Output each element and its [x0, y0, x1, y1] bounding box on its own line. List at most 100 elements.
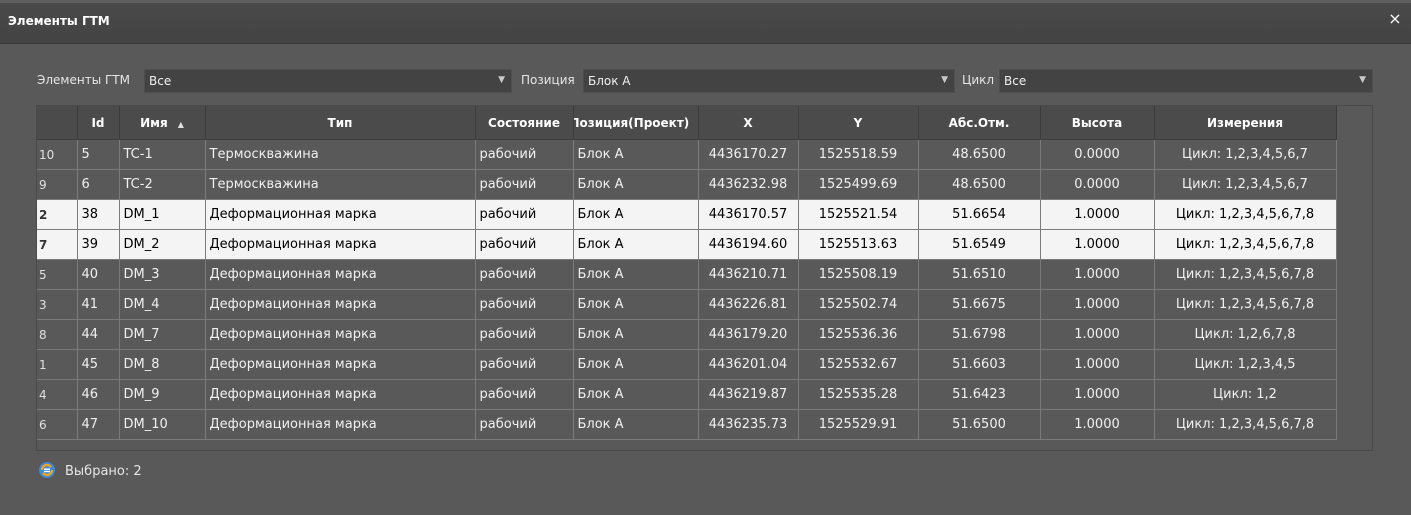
measurements-cell[interactable]: Цикл: 1,2,6,7,8: [1154, 319, 1337, 350]
y-cell[interactable]: 1525536.36: [798, 319, 919, 350]
id-cell[interactable]: 41: [77, 289, 120, 320]
y-cell[interactable]: 1525513.63: [798, 229, 919, 260]
height-cell[interactable]: 0.0000: [1040, 169, 1155, 200]
abs-cell[interactable]: 48.6500: [918, 139, 1041, 170]
row-number-cell[interactable]: 2: [37, 199, 78, 230]
height-cell[interactable]: 1.0000: [1040, 289, 1155, 320]
table-row[interactable]: 9 6 TC-2 Термоскважина рабочий Блок А 4436232.…: [37, 169, 1337, 200]
state-cell[interactable]: рабочий: [475, 379, 574, 410]
table-row[interactable]: 5 40 DM_3 Деформационная марка рабочий Блок А…: [37, 259, 1337, 290]
id-cell[interactable]: 6: [77, 169, 120, 200]
table-row[interactable]: 8 44 DM_7 Деформационная марка рабочий Блок А…: [37, 319, 1337, 350]
height-cell[interactable]: 1.0000: [1040, 319, 1155, 350]
id-cell[interactable]: 38: [77, 199, 120, 230]
height-cell[interactable]: 1.0000: [1040, 379, 1155, 410]
y-cell[interactable]: 1525518.59: [798, 139, 919, 170]
row-number-cell[interactable]: 6: [37, 409, 78, 440]
column-header-id[interactable]: Id: [77, 106, 120, 140]
type-cell[interactable]: Деформационная марка: [205, 199, 476, 230]
position-cell[interactable]: Блок А: [573, 319, 699, 350]
x-cell[interactable]: 4436235.73: [698, 409, 799, 440]
close-icon[interactable]: ×: [1387, 11, 1403, 27]
height-cell[interactable]: 1.0000: [1040, 349, 1155, 380]
name-cell[interactable]: DM_3: [119, 259, 206, 290]
position-cell[interactable]: Блок А: [573, 259, 699, 290]
type-cell[interactable]: Термоскважина: [205, 169, 476, 200]
y-cell[interactable]: 1525529.91: [798, 409, 919, 440]
type-cell[interactable]: Деформационная марка: [205, 379, 476, 410]
column-header-x[interactable]: X: [698, 106, 799, 140]
cycle-filter-select[interactable]: Все ▼: [999, 69, 1373, 93]
state-cell[interactable]: рабочий: [475, 409, 574, 440]
name-cell[interactable]: DM_7: [119, 319, 206, 350]
y-cell[interactable]: 1525535.28: [798, 379, 919, 410]
row-number-cell[interactable]: 5: [37, 259, 78, 290]
column-header-abs[interactable]: Абс.Отм.: [918, 106, 1041, 140]
refresh-list-icon[interactable]: [37, 460, 57, 480]
abs-cell[interactable]: 51.6798: [918, 319, 1041, 350]
abs-cell[interactable]: 51.6603: [918, 349, 1041, 380]
name-cell[interactable]: TC-2: [119, 169, 206, 200]
id-cell[interactable]: 44: [77, 319, 120, 350]
id-cell[interactable]: 47: [77, 409, 120, 440]
y-cell[interactable]: 1525508.19: [798, 259, 919, 290]
y-cell[interactable]: 1525499.69: [798, 169, 919, 200]
position-cell[interactable]: Блок А: [573, 409, 699, 440]
measurements-cell[interactable]: Цикл: 1,2,3,4,5: [1154, 349, 1337, 380]
table-row[interactable]: 1 45 DM_8 Деформационная марка рабочий Блок А…: [37, 349, 1337, 380]
height-cell[interactable]: 0.0000: [1040, 139, 1155, 170]
column-header-y[interactable]: Y: [798, 106, 919, 140]
name-cell[interactable]: DM_8: [119, 349, 206, 380]
table-row[interactable]: 10 5 TC-1 Термоскважина рабочий Блок А 4436170…: [37, 139, 1337, 170]
column-header-type[interactable]: Тип: [205, 106, 476, 140]
y-cell[interactable]: 1525532.67: [798, 349, 919, 380]
measurements-cell[interactable]: Цикл: 1,2,3,4,5,6,7,8: [1154, 199, 1337, 230]
abs-cell[interactable]: 51.6510: [918, 259, 1041, 290]
type-cell[interactable]: Деформационная марка: [205, 259, 476, 290]
id-cell[interactable]: 46: [77, 379, 120, 410]
id-cell[interactable]: 40: [77, 259, 120, 290]
position-cell[interactable]: Блок А: [573, 169, 699, 200]
position-cell[interactable]: Блок А: [573, 289, 699, 320]
y-cell[interactable]: 1525502.74: [798, 289, 919, 320]
elements-filter-select[interactable]: Все ▼: [144, 69, 512, 93]
name-cell[interactable]: DM_9: [119, 379, 206, 410]
type-cell[interactable]: Деформационная марка: [205, 409, 476, 440]
measurements-cell[interactable]: Цикл: 1,2,3,4,5,6,7: [1154, 169, 1337, 200]
abs-cell[interactable]: 51.6500: [918, 409, 1041, 440]
position-cell[interactable]: Блок А: [573, 139, 699, 170]
height-cell[interactable]: 1.0000: [1040, 229, 1155, 260]
column-header-position[interactable]: Позиция(Проект): [573, 106, 699, 140]
x-cell[interactable]: 4436210.71: [698, 259, 799, 290]
table-row[interactable]: 4 46 DM_9 Деформационная марка рабочий Блок А…: [37, 379, 1337, 410]
table-row[interactable]: 2 38 DM_1 Деформационная марка рабочий Блок А…: [37, 199, 1337, 230]
name-cell[interactable]: DM_4: [119, 289, 206, 320]
x-cell[interactable]: 4436170.57: [698, 199, 799, 230]
state-cell[interactable]: рабочий: [475, 349, 574, 380]
column-header-height[interactable]: Высота: [1040, 106, 1155, 140]
x-cell[interactable]: 4436219.87: [698, 379, 799, 410]
name-cell[interactable]: TC-1: [119, 139, 206, 170]
measurements-cell[interactable]: Цикл: 1,2,3,4,5,6,7,8: [1154, 229, 1337, 260]
column-header-measurements[interactable]: Измерения: [1154, 106, 1337, 140]
type-cell[interactable]: Деформационная марка: [205, 349, 476, 380]
x-cell[interactable]: 4436194.60: [698, 229, 799, 260]
table-row[interactable]: 7 39 DM_2 Деформационная марка рабочий Блок А…: [37, 229, 1337, 260]
state-cell[interactable]: рабочий: [475, 139, 574, 170]
state-cell[interactable]: рабочий: [475, 259, 574, 290]
id-cell[interactable]: 5: [77, 139, 120, 170]
column-header-state[interactable]: Состояние: [475, 106, 574, 140]
row-number-cell[interactable]: 4: [37, 379, 78, 410]
x-cell[interactable]: 4436201.04: [698, 349, 799, 380]
name-cell[interactable]: DM_2: [119, 229, 206, 260]
position-filter-select[interactable]: Блок А ▼: [583, 69, 955, 93]
row-number-cell[interactable]: 3: [37, 289, 78, 320]
position-cell[interactable]: Блок А: [573, 379, 699, 410]
id-cell[interactable]: 45: [77, 349, 120, 380]
table-row[interactable]: 6 47 DM_10 Деформационная марка рабочий Блок …: [37, 409, 1337, 440]
type-cell[interactable]: Термоскважина: [205, 139, 476, 170]
abs-cell[interactable]: 51.6654: [918, 199, 1041, 230]
x-cell[interactable]: 4436226.81: [698, 289, 799, 320]
measurements-cell[interactable]: Цикл: 1,2,3,4,5,6,7,8: [1154, 259, 1337, 290]
type-cell[interactable]: Деформационная марка: [205, 229, 476, 260]
